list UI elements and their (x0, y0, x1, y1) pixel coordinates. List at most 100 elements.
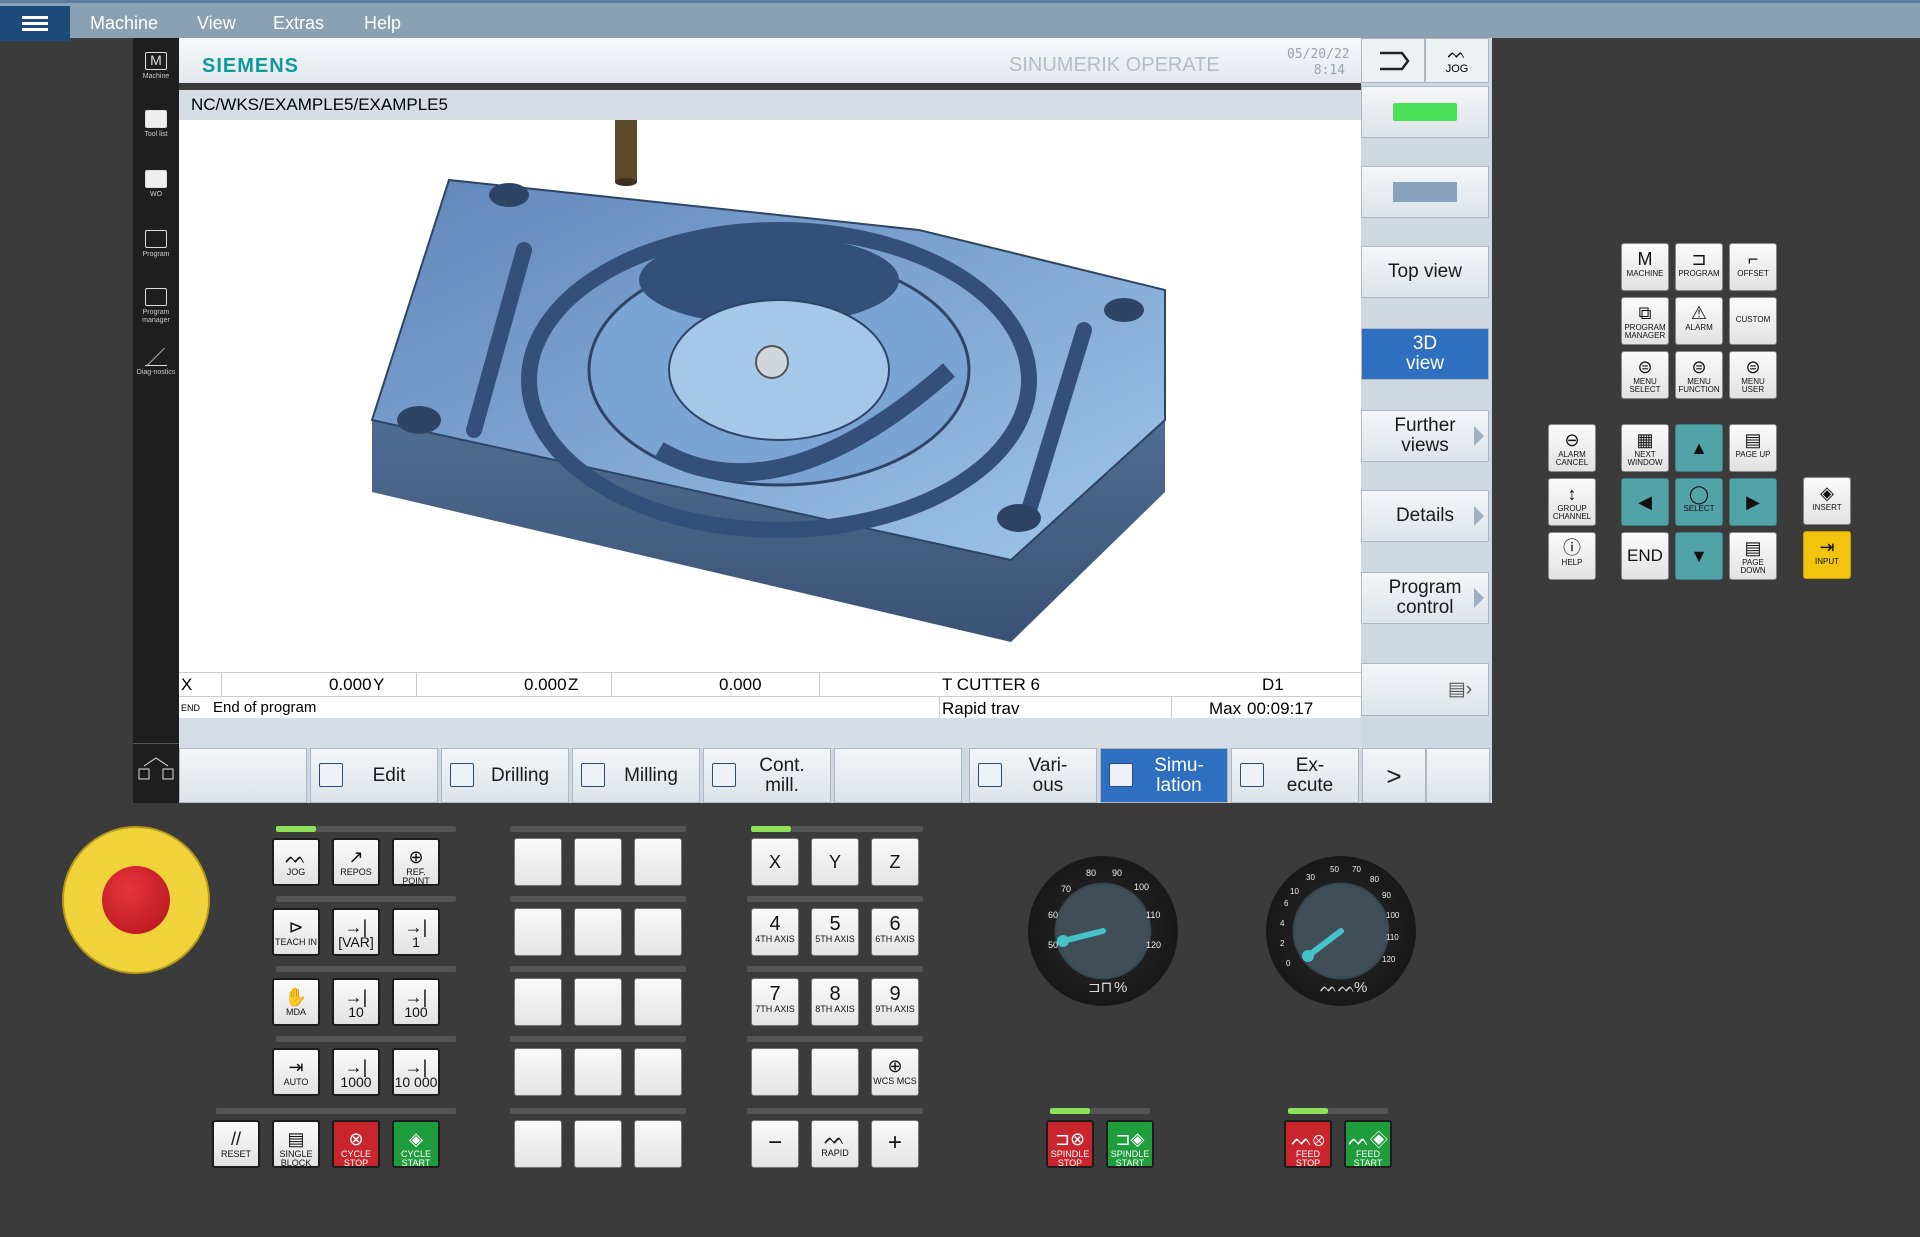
key-page-up[interactable]: ▤ PAGE UP (1729, 424, 1777, 472)
key-cycle-stop[interactable]: ⊗ CYCLE STOP (332, 1120, 380, 1168)
key-feed-stop[interactable]: ᨓ⊗ FEED STOP (1284, 1120, 1332, 1168)
program-area-button[interactable] (1361, 38, 1425, 83)
softkey-top-view[interactable]: Top view (1361, 246, 1489, 298)
customer-key[interactable] (634, 1048, 682, 1096)
key-group-channel[interactable]: ↕ GROUP CHANNEL (1548, 478, 1596, 526)
softkey-drilling[interactable]: Drilling (441, 748, 569, 803)
strip-program-manager[interactable]: Program manager (133, 288, 179, 325)
spindle-override-knob[interactable]: 50 60 70 80 90 100 110 120 ⊐⊓ % (1028, 856, 1178, 1006)
key-program-manager[interactable]: ⧉ PROGRAM MANAGER (1621, 297, 1669, 345)
softkey-blank-1[interactable] (179, 748, 307, 803)
softkey-execute[interactable]: Ex- ecute (1231, 748, 1359, 803)
emergency-stop-button[interactable] (62, 826, 210, 974)
key-single-block[interactable]: ▤ SINGLE BLOCK (272, 1120, 320, 1168)
key-axis-8[interactable]: 8 8TH AXIS (811, 978, 859, 1026)
customer-key[interactable] (634, 1120, 682, 1168)
key-custom[interactable]: CUSTOM (1729, 297, 1777, 345)
key-auto[interactable]: ⇥ AUTO (272, 1048, 320, 1096)
key-wcs-mcs[interactable]: ⊕ WCS MCS (871, 1048, 919, 1096)
key-menu-user[interactable]: ⊜ MENU USER (1729, 351, 1777, 399)
key-program[interactable]: ⊐ PROGRAM (1675, 243, 1723, 291)
menu-view[interactable]: View (197, 13, 236, 34)
key-axis-y[interactable]: Y (811, 838, 859, 886)
key-minus[interactable]: − (751, 1120, 799, 1168)
customer-key[interactable] (574, 838, 622, 886)
key-arrow-up[interactable]: ▲ (1675, 424, 1723, 472)
key-mda[interactable]: ✋ MDA (272, 978, 320, 1026)
key-spindle-stop[interactable]: ⊐⊗ SPINDLE STOP (1046, 1120, 1094, 1168)
key-arrow-right[interactable]: ▶ (1729, 478, 1777, 526)
key-reset[interactable]: //RESET (212, 1120, 260, 1168)
customer-key[interactable] (634, 838, 682, 886)
softkey-edit[interactable]: Edit (310, 748, 438, 803)
softkey-more[interactable]: ▤› (1361, 663, 1489, 716)
softkey-next[interactable]: > (1362, 748, 1426, 803)
key-spindle-start[interactable]: ⊐◈ SPINDLE START (1106, 1120, 1154, 1168)
key-inc-10000[interactable]: →| 10 000 (392, 1048, 440, 1096)
key-inc-1[interactable]: →| 1 (392, 908, 440, 956)
customer-key[interactable] (574, 978, 622, 1026)
customer-key[interactable] (634, 978, 682, 1026)
customer-key[interactable] (514, 1048, 562, 1096)
channel-switch[interactable] (133, 743, 179, 803)
key-offset[interactable]: ⌐ OFFSET (1729, 243, 1777, 291)
customer-key[interactable] (574, 1048, 622, 1096)
key-arrow-left[interactable]: ◀ (1621, 478, 1669, 526)
simulation-3d-view[interactable] (179, 120, 1361, 672)
key-select[interactable]: ◯ SELECT (1675, 478, 1723, 526)
key-menu-function[interactable]: ⊜ MENU FUNCTION (1675, 351, 1723, 399)
key-end[interactable]: END (1621, 532, 1669, 580)
key-plus[interactable]: + (871, 1120, 919, 1168)
softkey-simulation[interactable]: Simu- lation (1100, 748, 1228, 803)
key-axis-z[interactable]: Z (871, 838, 919, 886)
softkey-program-control[interactable]: Program control (1361, 572, 1489, 624)
menu-machine[interactable]: Machine (90, 13, 158, 34)
customer-key[interactable] (574, 908, 622, 956)
axis-key-blank[interactable] (751, 1048, 799, 1096)
softkey-3d-view[interactable]: 3D view (1361, 328, 1489, 380)
key-axis-5[interactable]: 5 5TH AXIS (811, 908, 859, 956)
key-repos[interactable]: ↗ REPOS (332, 838, 380, 886)
key-axis-7[interactable]: 7 7TH AXIS (751, 978, 799, 1026)
key-axis-6[interactable]: 6 6TH AXIS (871, 908, 919, 956)
key-jog[interactable]: ᨓ JOG (272, 838, 320, 886)
key-insert[interactable]: ◈ INSERT (1803, 477, 1851, 525)
customer-key[interactable] (514, 978, 562, 1026)
key-rapid[interactable]: ᨓ RAPID (811, 1120, 859, 1168)
key-input[interactable]: ⇥ INPUT (1803, 531, 1851, 579)
strip-wo[interactable]: WO (133, 170, 179, 199)
key-inc-10[interactable]: →| 10 (332, 978, 380, 1026)
customer-key[interactable] (514, 908, 562, 956)
key-var[interactable]: →| [VAR] (332, 908, 380, 956)
customer-key[interactable] (514, 1120, 562, 1168)
strip-diagnostics[interactable]: Diag-nostics (133, 348, 179, 377)
menu-help[interactable]: Help (364, 13, 401, 34)
key-menu-select[interactable]: ⊜ MENU SELECT (1621, 351, 1669, 399)
key-ref-point[interactable]: ⊕ REF. POINT (392, 838, 440, 886)
key-axis-x[interactable]: X (751, 838, 799, 886)
customer-key[interactable] (514, 838, 562, 886)
softkey-various[interactable]: Vari- ous (969, 748, 1097, 803)
key-feed-start[interactable]: ᨓ◈ FEED START (1344, 1120, 1392, 1168)
key-help[interactable]: ⓘ HELP (1548, 532, 1596, 580)
key-inc-100[interactable]: →| 100 (392, 978, 440, 1026)
key-cycle-start[interactable]: ◈ CYCLE START (392, 1120, 440, 1168)
strip-tool-list[interactable]: Tool list (133, 110, 179, 139)
softkey-milling[interactable]: Milling (572, 748, 700, 803)
hamburger-menu-icon[interactable] (0, 6, 70, 41)
key-machine[interactable]: M MACHINE (1621, 243, 1669, 291)
key-alarm[interactable]: ⚠ ALARM (1675, 297, 1723, 345)
strip-machine[interactable]: M Machine (133, 52, 179, 81)
axis-key-blank[interactable] (811, 1048, 859, 1096)
softkey-blank-3[interactable] (1426, 748, 1490, 803)
softkey-further-views[interactable]: Further views (1361, 410, 1489, 462)
key-alarm-cancel[interactable]: ⊖ ALARM CANCEL (1548, 424, 1596, 472)
key-teach-in[interactable]: ⊳ TEACH IN (272, 908, 320, 956)
strip-program[interactable]: Program (133, 230, 179, 259)
key-next-window[interactable]: ▦ NEXT WINDOW (1621, 424, 1669, 472)
key-axis-9[interactable]: 9 9TH AXIS (871, 978, 919, 1026)
softkey-details[interactable]: Details (1361, 490, 1489, 542)
softkey-cont-mill[interactable]: Cont. mill. (703, 748, 831, 803)
key-arrow-down[interactable]: ▼ (1675, 532, 1723, 580)
key-axis-4[interactable]: 4 4TH AXIS (751, 908, 799, 956)
